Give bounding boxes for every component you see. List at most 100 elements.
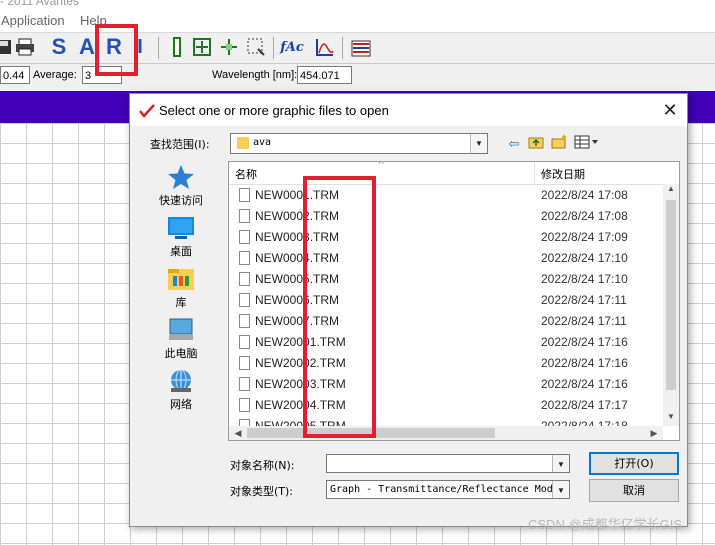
toolbar-divider (342, 37, 343, 59)
chart-icon[interactable] (314, 36, 336, 58)
scroll-up-icon[interactable]: ▲ (663, 184, 679, 198)
file-icon (239, 398, 250, 412)
wavelength-field[interactable]: 454.071 (297, 66, 352, 84)
open-file-dialog: Select one or more graphic files to open… (129, 93, 688, 527)
file-icon (239, 314, 250, 328)
filename-input[interactable]: ▼ (326, 454, 570, 473)
file-row[interactable]: NEW0004.TRM 2022/8/24 17:10 (229, 248, 661, 269)
place-desktop[interactable]: 桌面 (148, 215, 214, 259)
cancel-button[interactable]: 取消 (589, 479, 679, 502)
scope-mode-button[interactable]: S (48, 34, 70, 59)
app-title-bar: - 2011 Avantes (0, 0, 715, 8)
column-header-date[interactable]: 修改日期 (541, 166, 585, 182)
chevron-down-icon[interactable]: ▼ (552, 481, 569, 498)
scroll-left-icon[interactable]: ◀ (231, 426, 245, 440)
lookin-value: ava (253, 137, 272, 148)
file-date: 2022/8/24 17:17 (541, 398, 628, 412)
file-row[interactable]: NEW0005.TRM 2022/8/24 17:10 (229, 269, 661, 290)
column-divider[interactable] (534, 162, 535, 184)
app-title: - 2011 Avantes (0, 0, 79, 8)
file-row[interactable]: NEW0003.TRM 2022/8/24 17:09 (229, 227, 661, 248)
watermark: CSDN @成都华亿学长GIS (528, 517, 683, 532)
file-icon (239, 335, 250, 349)
desktop-icon (167, 215, 195, 241)
star-icon (167, 164, 195, 190)
highlight-box-file-names (303, 176, 376, 438)
file-row[interactable]: NEW20003.TRM 2022/8/24 17:16 (229, 374, 661, 395)
up-folder-icon[interactable] (527, 135, 545, 153)
integration-time-field[interactable]: 0.44 (0, 66, 30, 84)
file-icon (239, 272, 250, 286)
file-date: 2022/8/24 17:10 (541, 272, 628, 286)
zoom-all-icon[interactable] (191, 36, 213, 58)
file-date: 2022/8/24 17:10 (541, 251, 628, 265)
dialog-title-bar: Select one or more graphic files to open… (130, 94, 687, 126)
filetype-select[interactable]: Graph - Transmittance/Reflectance Mod ▼ (326, 480, 570, 499)
file-icon (239, 356, 250, 370)
zoom-vertical-icon[interactable] (166, 36, 188, 58)
place-library[interactable]: 库 (148, 266, 214, 310)
file-icon (239, 251, 250, 265)
lookin-select[interactable]: ava ▼ (230, 133, 488, 154)
color-settings-icon[interactable] (350, 36, 372, 58)
file-list: ^ 名称 修改日期 NEW0001.TRM 2022/8/24 17:08 NEW0… (228, 161, 680, 441)
file-row[interactable]: NEW20001.TRM 2022/8/24 17:16 (229, 332, 661, 353)
scroll-thumb[interactable] (666, 200, 676, 390)
chevron-down-icon[interactable]: ▼ (470, 134, 487, 153)
horizontal-scrollbar[interactable]: ◀ ▶ (229, 426, 663, 440)
dialog-title: Select one or more graphic files to open (159, 103, 389, 118)
app-logo-icon (139, 104, 155, 118)
filetype-value: Graph - Transmittance/Reflectance Mod (330, 484, 553, 495)
file-date: 2022/8/24 17:16 (541, 356, 628, 370)
lookin-label: 查找范围(I): (150, 138, 210, 151)
file-row[interactable]: NEW0007.TRM 2022/8/24 17:11 (229, 311, 661, 332)
file-row[interactable]: NEW20002.TRM 2022/8/24 17:16 (229, 353, 661, 374)
average-label: Average: (33, 69, 77, 81)
file-row[interactable]: NEW0001.TRM 2022/8/24 17:08 (229, 185, 661, 206)
file-date: 2022/8/24 17:08 (541, 188, 628, 202)
column-header-name[interactable]: 名称 (235, 166, 257, 182)
network-icon (167, 368, 195, 394)
menu-application[interactable]: Application (1, 13, 65, 28)
close-icon[interactable]: ✕ (660, 100, 680, 120)
chevron-down-icon[interactable]: ▼ (552, 455, 569, 472)
file-icon (239, 188, 250, 202)
list-header: ^ 名称 修改日期 (229, 162, 679, 185)
back-icon[interactable]: ⇦ (505, 135, 523, 153)
zoom-in-icon[interactable] (218, 36, 240, 58)
sort-caret-icon: ^ (379, 161, 384, 170)
new-folder-icon[interactable] (550, 135, 568, 153)
file-row[interactable]: NEW20004.TRM 2022/8/24 17:17 (229, 395, 661, 416)
place-network[interactable]: 网络 (148, 368, 214, 412)
save-icon[interactable] (0, 36, 14, 58)
view-menu-icon[interactable] (573, 135, 601, 153)
scroll-down-icon[interactable]: ▼ (663, 412, 679, 426)
file-date: 2022/8/24 17:08 (541, 209, 628, 223)
file-date: 2022/8/24 17:11 (541, 293, 627, 307)
file-icon (239, 377, 250, 391)
scale-icon[interactable]: fAc (280, 36, 304, 58)
folder-icon (237, 137, 249, 149)
toolbar-divider (273, 37, 274, 59)
print-icon[interactable] (14, 36, 36, 58)
file-icon (239, 293, 250, 307)
toolbar-divider (158, 37, 159, 59)
file-row[interactable]: NEW0002.TRM 2022/8/24 17:08 (229, 206, 661, 227)
dialog-body: 查找范围(I): ava ▼ ⇦ 快速访问 桌面 库 此电脑 网络 ^ 名称 修… (130, 126, 687, 526)
place-quick-access[interactable]: 快速访问 (148, 164, 214, 208)
file-row[interactable]: NEW0006.TRM 2022/8/24 17:11 (229, 290, 661, 311)
file-date: 2022/8/24 17:16 (541, 377, 628, 391)
file-date: 2022/8/24 17:16 (541, 335, 628, 349)
wavelength-label: Wavelength [nm]: (212, 69, 298, 81)
filename-label: 对象名称(N): (230, 459, 295, 472)
open-button[interactable]: 打开(O) (589, 452, 679, 475)
file-icon (239, 209, 250, 223)
highlight-box-r-button (95, 24, 138, 76)
computer-icon (167, 317, 195, 343)
vertical-scrollbar[interactable]: ▲ ▼ (663, 184, 679, 426)
scroll-right-icon[interactable]: ▶ (647, 426, 661, 440)
zoom-window-icon[interactable] (245, 36, 267, 58)
file-date: 2022/8/24 17:11 (541, 314, 627, 328)
filetype-label: 对象类型(T): (230, 485, 294, 498)
place-this-pc[interactable]: 此电脑 (148, 317, 214, 361)
